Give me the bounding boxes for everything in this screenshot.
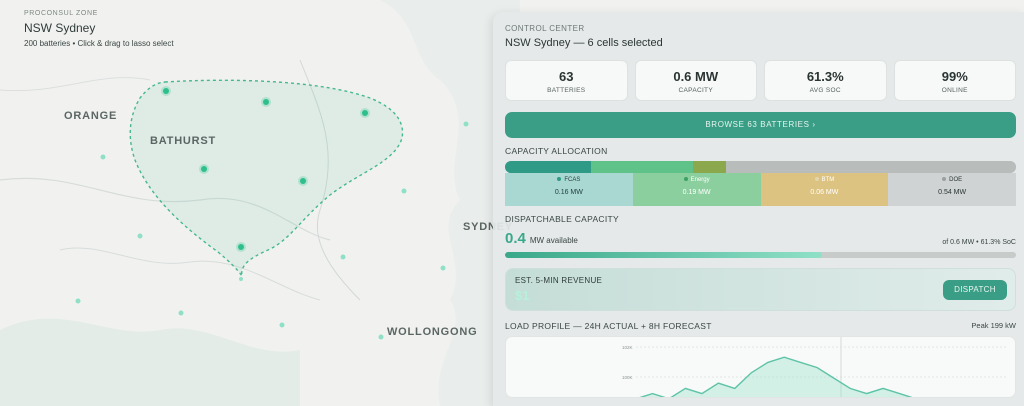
- allocation-value: 0.54 MW: [938, 189, 967, 196]
- dispatchable-value: 0.4: [505, 230, 526, 247]
- allocation-doe[interactable]: DOE 0.54 MW: [888, 173, 1016, 206]
- stat-value: 63: [559, 69, 574, 84]
- battery-dot: [378, 334, 384, 340]
- allocation-boxes: FCAS 0.16 MW Energy 0.19 MW BTM 0.06 MW …: [505, 173, 1016, 206]
- load-profile-header: LOAD PROFILE — 24H ACTUAL + 8H FORECAST …: [505, 321, 1016, 331]
- dispatchable-progress: [505, 252, 1016, 258]
- y-tick-label: 100K: [622, 375, 633, 380]
- allocation-energy[interactable]: Energy 0.19 MW: [632, 173, 761, 206]
- stat-card-online: 99% ONLINE: [893, 60, 1016, 101]
- stat-label: AVG SOC: [809, 87, 841, 94]
- revenue-card: EST. 5-MIN REVENUE $1 DISPATCH: [505, 268, 1016, 311]
- load-profile-title: LOAD PROFILE — 24H ACTUAL + 8H FORECAST: [505, 321, 712, 331]
- battery-dot: [463, 121, 469, 127]
- stat-value: 0.6 MW: [673, 69, 719, 84]
- zone-header: PROCONSUL ZONE NSW Sydney 200 batteries …: [24, 10, 174, 48]
- stat-label: CAPACITY: [678, 87, 713, 94]
- revenue-value: $1: [515, 288, 530, 303]
- allocation-btm[interactable]: BTM 0.06 MW: [760, 173, 889, 206]
- panel-label: CONTROL CENTER: [505, 24, 585, 33]
- energy-dot-icon: [683, 177, 688, 182]
- allocation-value: 0.06 MW: [810, 189, 839, 196]
- battery-dot: [239, 277, 243, 281]
- stat-value: 61.3%: [806, 69, 844, 84]
- doe-dot-icon: [942, 177, 947, 182]
- stats-row: 63 BATTERIES 0.6 MW CAPACITY 61.3% AVG S…: [505, 60, 1016, 101]
- allocation-value: 0.19 MW: [682, 189, 711, 196]
- allocation-segment-doe: [725, 161, 1016, 173]
- battery-dot: [279, 322, 285, 328]
- allocation-segment-energy: [591, 161, 694, 173]
- stat-card-capacity: 0.6 MW CAPACITY: [634, 60, 757, 101]
- load-peak: Peak 199 kW: [971, 321, 1016, 330]
- control-center-panel: CONTROL CENTER NSW Sydney — 6 cells sele…: [493, 12, 1024, 406]
- allocation-segment-btm: [693, 161, 726, 173]
- battery-dot: [340, 254, 346, 260]
- load-profile-chart: 102K 100K: [505, 336, 1016, 398]
- zone-name: NSW Sydney: [24, 21, 96, 35]
- battery-dot: [401, 188, 407, 194]
- stat-label: BATTERIES: [547, 87, 586, 94]
- y-tick-label: 102K: [622, 345, 633, 350]
- city-label-orange: ORANGE: [64, 110, 118, 122]
- dispatchable-title: DISPATCHABLE CAPACITY: [505, 214, 619, 224]
- browse-batteries-button[interactable]: BROWSE 63 BATTERIES ›: [505, 112, 1016, 138]
- panel-title: NSW Sydney — 6 cells selected: [505, 37, 663, 49]
- city-label-wollongong: WOLLONGONG: [387, 326, 478, 338]
- allocation-value: 0.16 MW: [554, 189, 583, 196]
- battery-dot: [100, 154, 106, 160]
- dispatchable-unit: MW available: [529, 236, 578, 245]
- allocation-fcas[interactable]: FCAS 0.16 MW: [505, 173, 633, 206]
- battery-dot: [440, 265, 446, 271]
- allocation-name: Energy: [690, 177, 710, 183]
- fcas-dot-icon: [557, 177, 562, 182]
- stat-card-batteries: 63 BATTERIES: [505, 60, 628, 101]
- dispatchable-row: 0.4 MW available of 0.6 MW • 61.3% SoC: [505, 230, 1016, 247]
- zone-label: PROCONSUL ZONE: [24, 10, 98, 17]
- battery-dot: [137, 233, 143, 239]
- city-label-bathurst: BATHURST: [150, 135, 217, 147]
- btm-dot-icon: [814, 177, 819, 182]
- load-profile-svg: 102K 100K: [622, 337, 1006, 397]
- stat-label: ONLINE: [941, 87, 968, 94]
- allocation-name: FCAS: [564, 177, 581, 183]
- dispatchable-progress-fill: [505, 252, 822, 258]
- dispatchable-of: of 0.6 MW • 61.3% SoC: [942, 239, 1016, 246]
- capacity-allocation-title: CAPACITY ALLOCATION: [505, 146, 608, 156]
- battery-dot: [75, 298, 81, 304]
- allocation-segment-fcas: [505, 161, 592, 173]
- allocation-name: BTM: [821, 177, 835, 183]
- zone-subtitle: 200 batteries • Click & drag to lasso se…: [24, 39, 174, 48]
- allocation-bar: [505, 161, 1016, 173]
- stat-card-avg-soc: 61.3% AVG SOC: [764, 60, 887, 101]
- stat-value: 99%: [941, 69, 968, 84]
- allocation-name: DOE: [949, 177, 963, 183]
- dispatch-button[interactable]: DISPATCH: [943, 280, 1007, 300]
- battery-dot: [178, 310, 184, 316]
- revenue-label: EST. 5-MIN REVENUE: [515, 276, 603, 285]
